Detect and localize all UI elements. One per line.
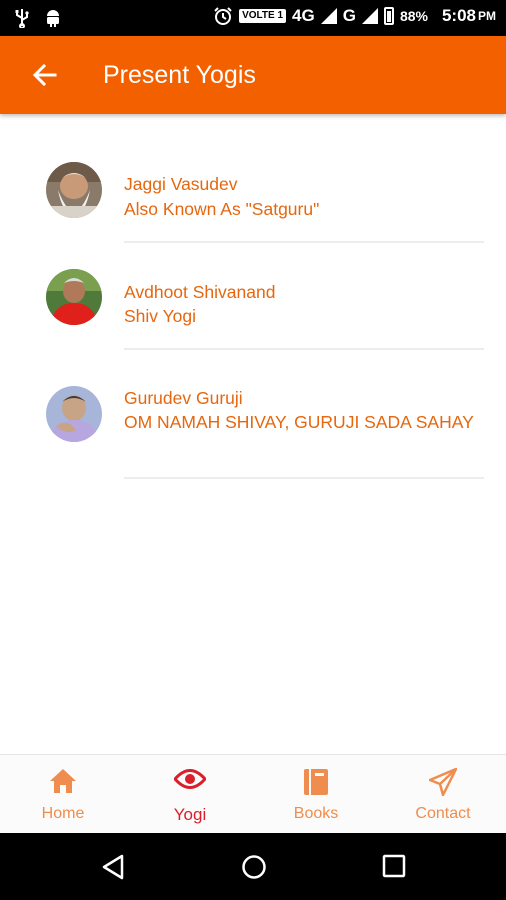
volte-badge: VOLTE 1	[239, 9, 287, 23]
system-navigation-bar	[0, 833, 506, 900]
battery-percent: 88%	[399, 8, 428, 24]
app-bar: Present Yogis	[0, 36, 506, 114]
back-triangle-icon[interactable]	[101, 854, 125, 880]
back-button[interactable]	[28, 58, 62, 92]
recents-square-icon[interactable]	[382, 854, 406, 878]
usb-icon	[15, 9, 29, 28]
yogi-name: Avdhoot Shivanand	[124, 282, 276, 302]
nav-label: Contact	[415, 805, 471, 822]
clock: 5:08	[441, 6, 476, 25]
nav-label: Books	[293, 805, 339, 822]
nav-label: Yogi	[173, 805, 207, 824]
network-4g-label: 4G	[292, 6, 315, 25]
signal-icon-2	[361, 8, 378, 24]
divider	[124, 241, 484, 243]
send-icon	[429, 768, 457, 796]
divider	[124, 477, 484, 479]
avatar	[46, 162, 102, 218]
list-item-jaggi-vasudev[interactable]: Jaggi Vasudev Also Known As "Satguru"	[0, 154, 506, 244]
yogi-name: Jaggi Vasudev	[124, 174, 238, 194]
yogi-name: Gurudev Guruji	[124, 388, 243, 408]
yogi-subtitle: Shiv Yogi	[124, 306, 197, 326]
book-icon	[304, 769, 328, 795]
eye-icon	[174, 769, 206, 789]
alarm-icon	[214, 7, 232, 25]
network-g-label: G	[342, 6, 356, 25]
page-title: Present Yogis	[103, 61, 256, 89]
yogi-subtitle: OM NAMAH SHIVAY, GURUJI SADA SAHAY	[124, 412, 474, 432]
status-bar: VOLTE 1 4G G 88% 5:08 PM	[0, 0, 506, 36]
nav-books[interactable]: Books	[253, 755, 379, 834]
avatar	[46, 269, 102, 325]
nav-yogi[interactable]: Yogi	[127, 755, 253, 834]
signal-icon	[320, 8, 337, 24]
bottom-navigation: Home Yogi Books Contact	[0, 754, 506, 834]
yogi-subtitle: Also Known As "Satguru"	[124, 199, 320, 219]
home-icon	[50, 769, 76, 793]
avatar	[46, 386, 102, 442]
clock-ampm: PM	[478, 9, 496, 23]
nav-contact[interactable]: Contact	[380, 755, 506, 834]
nav-home[interactable]: Home	[0, 755, 126, 834]
list-item-avdhoot-shivanand[interactable]: Avdhoot Shivanand Shiv Yogi	[0, 262, 506, 352]
arrow-back-icon	[32, 63, 57, 87]
home-circle-icon[interactable]	[241, 854, 267, 880]
nav-label: Home	[41, 805, 85, 822]
battery-icon	[383, 7, 394, 25]
android-icon	[47, 10, 59, 27]
divider	[124, 348, 484, 350]
list-item-gurudev-guruji[interactable]: Gurudev Guruji OM NAMAH SHIVAY, GURUJI S…	[0, 369, 506, 481]
